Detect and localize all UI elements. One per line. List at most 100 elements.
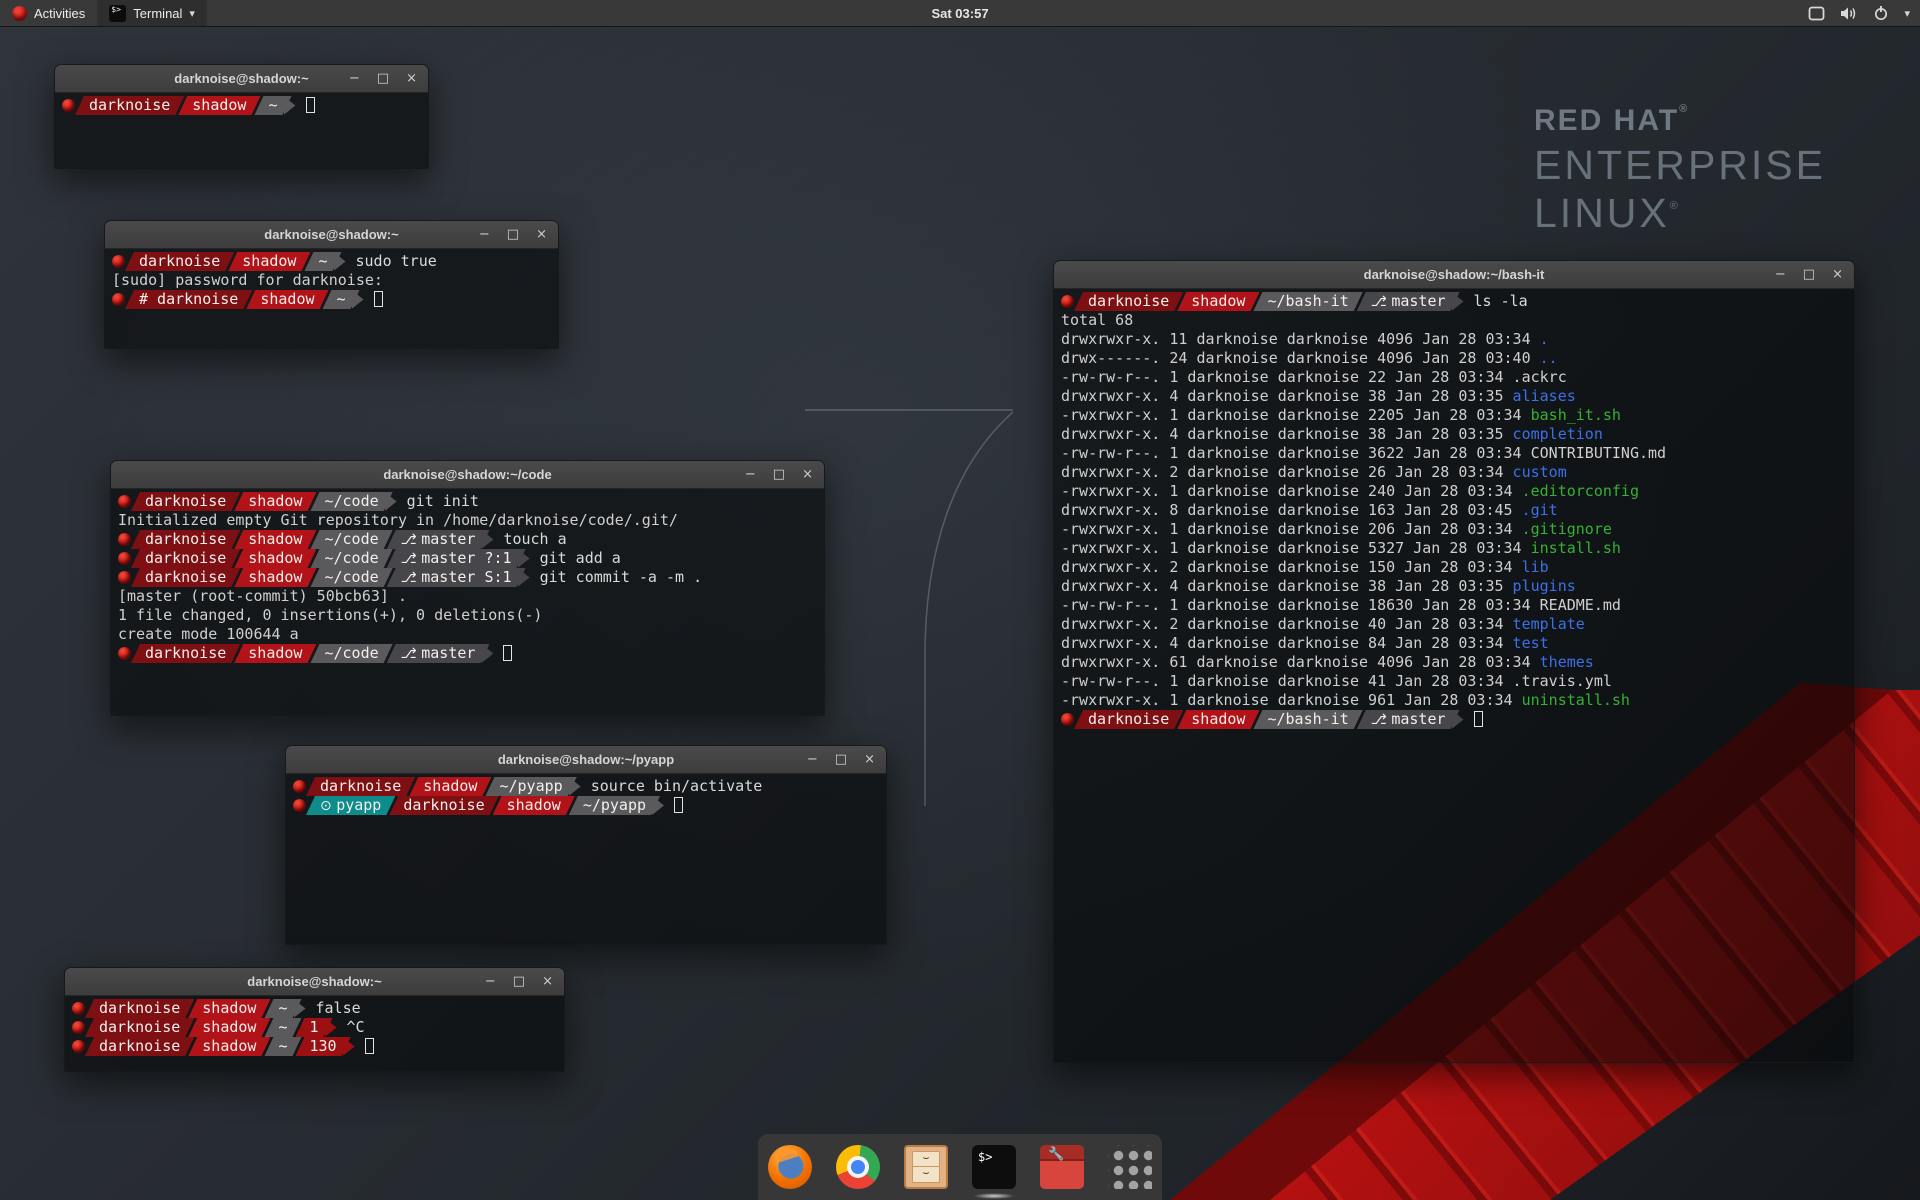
prompt-line: # darknoiseshadow~ — [105, 290, 558, 309]
dock-item-toolbox[interactable] — [1039, 1142, 1085, 1192]
close-button[interactable]: × — [864, 753, 875, 766]
minimize-button[interactable]: − — [807, 753, 818, 766]
close-button[interactable]: × — [406, 72, 417, 85]
prompt-line: darknoiseshadow~/codegit init — [111, 492, 824, 511]
prompt-segment-host: shadow — [234, 530, 316, 549]
titlebar[interactable]: darknoise@shadow:~/pyapp −□× — [286, 746, 886, 774]
dock-item-files[interactable] — [903, 1142, 949, 1192]
redhat-dot-icon — [72, 1021, 85, 1034]
titlebar[interactable]: darknoise@shadow:~/bash-it −□× — [1054, 261, 1854, 289]
file-name: plugins — [1513, 577, 1576, 595]
dock-item-firefox[interactable] — [767, 1142, 813, 1192]
output-text: -rw-rw-r--. 1 darknoise darknoise 3622 J… — [1061, 444, 1531, 462]
power-icon[interactable] — [1873, 5, 1889, 21]
command-text: false — [316, 999, 361, 1018]
maximize-button[interactable]: □ — [773, 468, 785, 481]
minimize-button[interactable]: − — [745, 468, 756, 481]
prompt-segment-user: darknoise — [85, 1018, 194, 1037]
output-text: drwxrwxr-x. 2 darknoise darknoise 150 Ja… — [1061, 558, 1522, 576]
system-menu-chevron-icon[interactable]: ▾ — [1904, 7, 1910, 20]
maximize-button[interactable]: □ — [1803, 268, 1815, 281]
output-text: drwxrwxr-x. 4 darknoise darknoise 38 Jan… — [1061, 577, 1513, 595]
prompt-line: darknoiseshadow~/bash-it⎇ masterls -la — [1054, 292, 1854, 311]
output-line: -rw-rw-r--. 1 darknoise darknoise 41 Jan… — [1054, 672, 1854, 691]
output-line: drwxrwxr-x. 4 darknoise darknoise 38 Jan… — [1054, 387, 1854, 406]
redhat-dot-icon — [293, 799, 306, 812]
close-button[interactable]: × — [802, 468, 813, 481]
prompt-segment-user: # darknoise — [125, 290, 252, 309]
terminal-content[interactable]: darknoiseshadow~falsedarknoiseshadow~1^C… — [65, 996, 564, 1074]
output-line: drwxrwxr-x. 2 darknoise darknoise 26 Jan… — [1054, 463, 1854, 482]
titlebar[interactable]: darknoise@shadow:~ −□× — [105, 221, 558, 249]
command-text: git init — [407, 492, 479, 511]
redhat-dot-icon — [293, 780, 306, 793]
output-line: drwxrwxr-x. 2 darknoise darknoise 40 Jan… — [1054, 615, 1854, 634]
branch-icon: ⎇ — [401, 551, 422, 567]
terminal-cursor — [365, 1038, 374, 1054]
prompt-segment-path: ~/code — [310, 644, 392, 663]
maximize-button[interactable]: □ — [377, 72, 389, 85]
dock: $> — [758, 1134, 1162, 1200]
registered-mark: ® — [1670, 200, 1681, 212]
terminal-window-pyapp: darknoise@shadow:~/pyapp −□× darknoisesh… — [285, 745, 887, 945]
prompt-segment-path: ~/code — [310, 549, 392, 568]
terminal-content[interactable]: darknoiseshadow~sudo true[sudo] password… — [105, 249, 558, 351]
file-name: .travis.yml — [1513, 672, 1612, 690]
maximize-button[interactable]: □ — [835, 753, 847, 766]
redhat-dot-icon — [72, 1002, 85, 1015]
clock[interactable]: Sat 03:57 — [931, 6, 988, 21]
output-line: [master (root-commit) 50bcb63] . — [111, 587, 824, 606]
terminal-content[interactable]: darknoiseshadow~/bash-it⎇ masterls -lato… — [1054, 289, 1854, 1065]
titlebar[interactable]: darknoise@shadow:~/code −□× — [111, 461, 824, 489]
output-text: drwxrwxr-x. 4 darknoise darknoise 38 Jan… — [1061, 387, 1513, 405]
prompt-segment-host: shadow — [234, 644, 316, 663]
prompt-segment-path: ~ — [264, 1037, 301, 1056]
app-menu-terminal[interactable]: $> Terminal ▾ — [97, 0, 207, 26]
prompt-line: ⊙ pyappdarknoiseshadow~/pyapp — [286, 796, 886, 815]
prompt-segment-user: darknoise — [85, 999, 194, 1018]
file-name: uninstall.sh — [1522, 691, 1630, 709]
file-name: test — [1513, 634, 1549, 652]
close-button[interactable]: × — [542, 975, 553, 988]
terminal-content[interactable]: darknoiseshadow~/pyappsource bin/activat… — [286, 774, 886, 947]
output-text: -rw-rw-r--. 1 darknoise darknoise 18630 … — [1061, 596, 1540, 614]
output-line: drwxrwxr-x. 11 darknoise darknoise 4096 … — [1054, 330, 1854, 349]
minimize-button[interactable]: − — [479, 228, 490, 241]
prompt-segment-user: darknoise — [306, 777, 415, 796]
dock-item-terminal[interactable]: $> — [971, 1142, 1017, 1192]
output-text: drwxrwxr-x. 11 darknoise darknoise 4096 … — [1061, 330, 1540, 348]
terminal-content[interactable]: darknoiseshadow~/codegit initInitialized… — [111, 489, 824, 718]
maximize-button[interactable]: □ — [513, 975, 525, 988]
file-name: .git — [1522, 501, 1558, 519]
minimize-button[interactable]: − — [349, 72, 360, 85]
close-button[interactable]: × — [536, 228, 547, 241]
prompt-segment-host: shadow — [188, 1037, 270, 1056]
minimize-button[interactable]: − — [1775, 268, 1786, 281]
file-name: themes — [1540, 653, 1594, 671]
firefox-icon — [768, 1145, 812, 1189]
prompt-line: darknoiseshadow~/code⎇ master — [111, 644, 824, 663]
app-grid-icon — [1108, 1145, 1152, 1189]
prompt-segment-path: ~ — [264, 1018, 301, 1037]
redhat-logo-icon — [12, 6, 27, 21]
prompt-segment-path: ~/pyapp — [569, 796, 660, 815]
activities-button[interactable]: Activities — [0, 0, 97, 26]
titlebar[interactable]: darknoise@shadow:~ −□× — [55, 65, 428, 93]
file-name: template — [1513, 615, 1585, 633]
prompt-segment-user: darknoise — [125, 252, 234, 271]
dock-item-chrome[interactable] — [835, 1142, 881, 1192]
titlebar[interactable]: darknoise@shadow:~ −□× — [65, 968, 564, 996]
close-button[interactable]: × — [1832, 268, 1843, 281]
output-line: -rw-rw-r--. 1 darknoise darknoise 3622 J… — [1054, 444, 1854, 463]
prompt-line: darknoiseshadow~false — [65, 999, 564, 1018]
prompt-segment-host: shadow — [188, 999, 270, 1018]
prompt-segment-user: darknoise — [1074, 710, 1183, 729]
display-icon[interactable] — [1808, 6, 1825, 21]
volume-icon[interactable] — [1840, 6, 1858, 21]
file-name: lib — [1522, 558, 1549, 576]
terminal-content[interactable]: darknoiseshadow~ — [55, 93, 428, 171]
maximize-button[interactable]: □ — [507, 228, 519, 241]
command-text: ^C — [347, 1018, 365, 1037]
minimize-button[interactable]: − — [485, 975, 496, 988]
dock-item-app-grid[interactable] — [1107, 1142, 1153, 1192]
